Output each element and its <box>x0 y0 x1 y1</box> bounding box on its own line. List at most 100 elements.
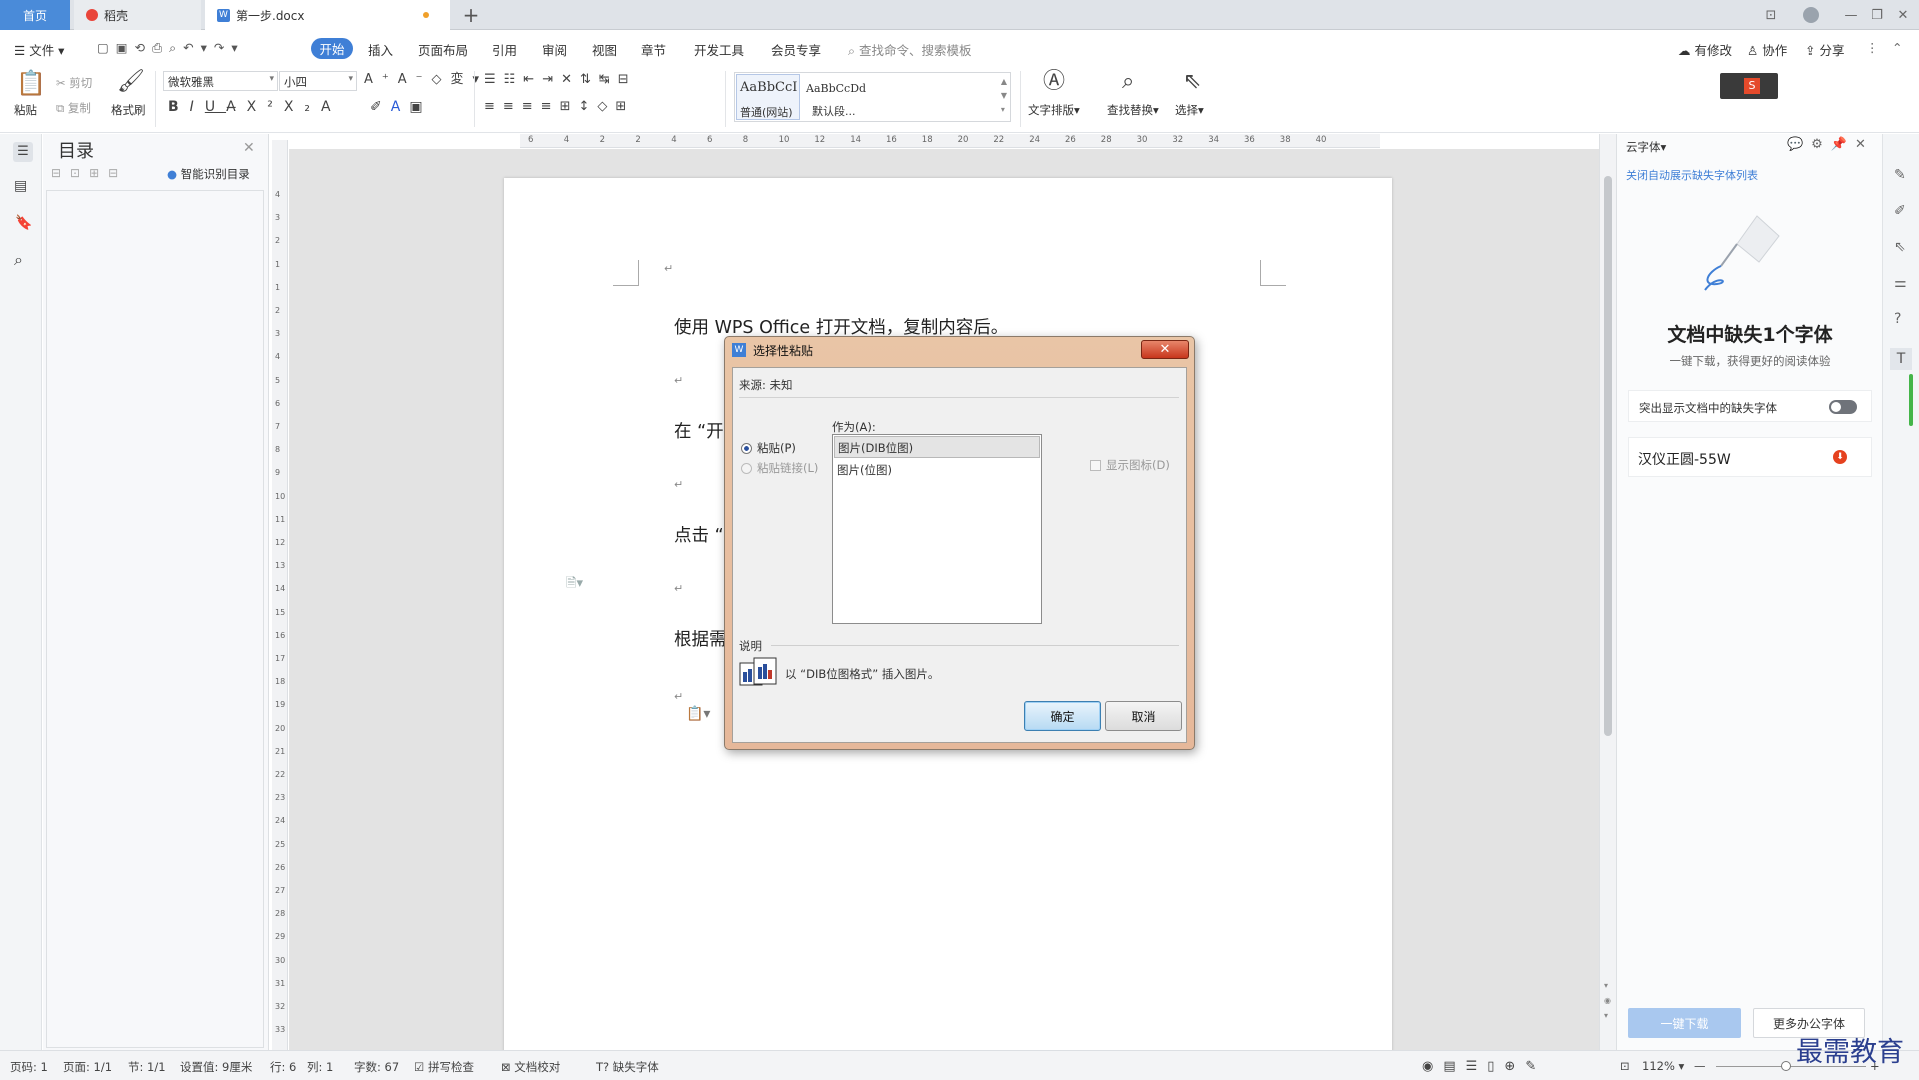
style-scroll-icon[interactable]: ▲ ▼ ▾ <box>1001 75 1007 117</box>
menu-review[interactable]: 审阅 <box>542 40 567 59</box>
copy-button[interactable]: ⧉ 复制 <box>56 100 91 116</box>
help-icon[interactable]: ? <box>1894 312 1901 326</box>
zoom-slider-thumb[interactable] <box>1781 1061 1791 1071</box>
close-auto-link[interactable]: 关闭自动展示缺失字体列表 <box>1626 167 1758 183</box>
close-window-button[interactable]: ✕ <box>1892 5 1914 25</box>
doc-float-icon[interactable]: 🗎▾ <box>566 574 583 596</box>
adjust-icon[interactable]: ⚌ <box>1894 276 1907 290</box>
menu-view[interactable]: 视图 <box>592 40 617 59</box>
vertical-scrollbar[interactable]: ▾ ◉ ▾ <box>1599 134 1616 1050</box>
tab-document[interactable]: W 第一步.docx <box>205 0 450 30</box>
smart-toc-button[interactable]: ● 智能识别目录 <box>167 166 250 182</box>
format-painter-icon[interactable]: 🖌 <box>117 71 145 93</box>
toc-tools-row[interactable]: ⊟⊡⊞⊟ <box>51 166 127 180</box>
spell-check-button[interactable]: ☑ 拼写检查 <box>414 1059 474 1075</box>
ok-button[interactable]: 确定 <box>1024 701 1101 731</box>
show-icon-checkbox[interactable]: 显示图标(D) <box>1090 457 1170 473</box>
menu-page-layout[interactable]: 页面布局 <box>418 40 468 59</box>
status-col[interactable]: 列: 1 <box>307 1059 333 1075</box>
panel-tools-icons[interactable]: 💬⚙📌✕ <box>1787 137 1874 152</box>
share-button[interactable]: ⇪ 分享 <box>1805 40 1844 59</box>
input-method-icon[interactable]: S <box>1720 73 1778 99</box>
eraser-icon[interactable]: ✎ <box>1894 168 1906 182</box>
font-size-select[interactable]: 小四 <box>279 71 357 91</box>
tab-home[interactable]: 首页 <box>0 0 70 30</box>
status-section[interactable]: 节: 1/1 <box>128 1059 166 1075</box>
font-tools-row[interactable]: A⁺A⁻◇変▾ <box>364 73 488 86</box>
command-search[interactable]: ⌕ 查找命令、搜索模板 <box>848 40 972 59</box>
doc-line-3[interactable]: 点击 “ <box>674 522 724 547</box>
font-family-select[interactable]: 微软雅黑 <box>163 71 278 91</box>
font-download-icon[interactable]: ⬇ <box>1833 450 1847 464</box>
radio-paste-link[interactable]: 粘贴链接(L) <box>741 460 818 476</box>
menu-file[interactable]: ☰ 文件 ▾ <box>14 40 64 59</box>
status-page[interactable]: 页码: 1 <box>10 1059 48 1075</box>
cut-button[interactable]: ✂ 剪切 <box>56 75 92 91</box>
status-row[interactable]: 行: 6 <box>270 1059 296 1075</box>
doc-line-2[interactable]: 在 “开 <box>674 418 724 443</box>
paste-icon[interactable]: 📋 <box>16 71 46 95</box>
page-nav-icon[interactable]: ▾ ◉ ▾ <box>1604 978 1611 1023</box>
modified-button[interactable]: ☁ 有修改 <box>1678 40 1732 59</box>
dialog-close-button[interactable]: ✕ <box>1141 340 1189 359</box>
missing-font-status[interactable]: T? 缺失字体 <box>596 1059 659 1075</box>
search-nav-icon[interactable]: ⌕ <box>14 252 23 268</box>
find-icon[interactable]: ⌕ <box>1122 71 1134 93</box>
bookmark-icon[interactable]: 🔖 <box>15 216 32 230</box>
zoom-out-icon[interactable]: — <box>1694 1059 1706 1073</box>
radio-paste[interactable]: 粘贴(P) <box>741 440 796 456</box>
align-tools-row[interactable]: ≡≡≡≡⊞↕◇⊞ <box>484 100 634 113</box>
cloud-font-toggle-icon[interactable]: T <box>1890 348 1912 370</box>
scrollbar-thumb[interactable] <box>1604 176 1612 736</box>
pen-icon[interactable]: ✐ <box>1894 204 1906 218</box>
menu-start[interactable]: 开始 <box>311 38 353 59</box>
missing-font-item[interactable]: 汉仪正圆-55W ⬇ <box>1628 437 1872 477</box>
close-toc-icon[interactable]: ✕ <box>243 140 255 156</box>
chapter-nav-icon[interactable]: ▤ <box>14 179 27 193</box>
menu-developer[interactable]: 开发工具 <box>694 40 744 59</box>
menu-reference[interactable]: 引用 <box>492 40 517 59</box>
tab-docer[interactable]: 稻壳 <box>74 0 201 30</box>
select-cursor-icon[interactable]: ⇖ <box>1183 71 1201 93</box>
find-replace-button[interactable]: 查找替换▾ <box>1107 102 1159 118</box>
font-format-row[interactable]: BIUA̶X²X₂A <box>168 100 342 114</box>
download-all-button[interactable]: 一键下载 <box>1628 1008 1741 1038</box>
cloud-font-header[interactable]: 云字体▾ <box>1626 139 1666 155</box>
paste-button[interactable]: 粘贴 <box>14 102 37 118</box>
view-mode-icons[interactable]: ◉▤☰▯⊕✎ <box>1422 1059 1546 1074</box>
proof-button[interactable]: ⊠ 文档校对 <box>501 1059 560 1075</box>
text-layout-button[interactable]: 文字排版▾ <box>1028 102 1080 118</box>
menu-chapter[interactable]: 章节 <box>641 40 666 59</box>
list-tools-row[interactable]: ☰☷⇤⇥✕⇅↹⊟ <box>484 73 637 86</box>
style-default[interactable]: AaBbCcDd 默认段... <box>803 74 953 120</box>
horizontal-ruler[interactable]: 6 4 2 2 4 6 8 10 12 14 16 18 20 22 24 26 28 30 32 34 36 38 40 <box>520 134 1380 148</box>
highlight-toggle[interactable] <box>1829 400 1857 414</box>
highlight-color-row[interactable]: ✐A▣ <box>370 100 432 114</box>
quick-access-toolbar[interactable]: ▢▣⟲⎙⌕↶▾↷▾ <box>97 40 245 56</box>
new-tab-button[interactable]: + <box>460 0 482 30</box>
minimize-button[interactable]: — <box>1840 5 1862 25</box>
list-item[interactable]: 图片(位图) <box>837 462 892 478</box>
toc-nav-icon[interactable]: ☰ <box>13 142 33 162</box>
restore-button[interactable]: ❐ <box>1866 5 1888 25</box>
more-icon[interactable]: ⋮ <box>1866 40 1879 55</box>
paste-options-icon[interactable]: 📋▾ <box>686 706 710 722</box>
menu-member[interactable]: 会员专享 <box>771 40 821 59</box>
avatar[interactable] <box>1800 5 1822 25</box>
status-setting[interactable]: 设置值: 9厘米 <box>180 1059 252 1075</box>
fit-page-icon[interactable]: ⊡ <box>1620 1059 1630 1073</box>
select-button[interactable]: 选择▾ <box>1175 102 1204 118</box>
cancel-button[interactable]: 取消 <box>1105 701 1182 731</box>
status-pages[interactable]: 页面: 1/1 <box>63 1059 112 1075</box>
status-words[interactable]: 字数: 67 <box>354 1059 399 1075</box>
list-item[interactable]: 图片(DIB位图) <box>834 436 1040 458</box>
menu-insert[interactable]: 插入 <box>368 40 393 59</box>
style-normal[interactable]: AaBbCcI 普通(网站) <box>736 74 800 120</box>
layout-icon[interactable]: ⊡ <box>1760 5 1782 25</box>
doc-line-4[interactable]: 根据需 <box>674 626 727 651</box>
format-painter-button[interactable]: 格式刷 <box>111 102 146 118</box>
collapse-ribbon-icon[interactable]: ⌃ <box>1892 40 1902 55</box>
zoom-select[interactable]: 112% ▾ <box>1642 1059 1684 1073</box>
paste-as-list[interactable]: 图片(DIB位图) 图片(位图) <box>832 434 1042 624</box>
cursor-icon[interactable]: ⇖ <box>1894 240 1906 254</box>
